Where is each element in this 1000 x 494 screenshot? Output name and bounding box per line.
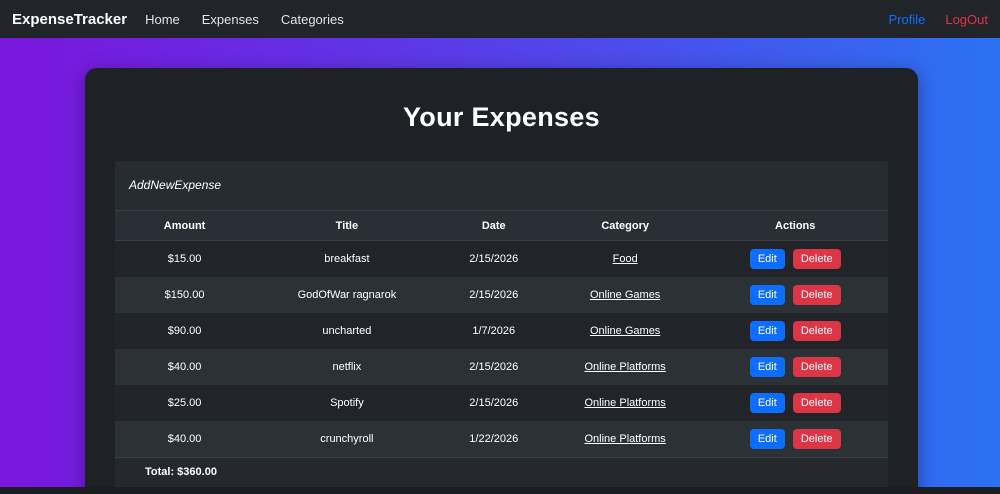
expenses-panel: AddNewExpense Amount Title Date Category… — [115, 161, 888, 487]
cell-title: crunchyroll — [254, 420, 440, 457]
cell-date: 2/15/2026 — [439, 384, 548, 421]
nav-link-home[interactable]: Home — [145, 12, 180, 27]
cell-title: GodOfWar ragnarok — [254, 276, 440, 313]
header-date: Date — [439, 210, 548, 241]
header-amount: Amount — [115, 210, 255, 241]
cell-amount: $15.00 — [115, 240, 255, 277]
cell-title: netflix — [254, 348, 440, 385]
cell-actions: Edit Delete — [702, 348, 888, 385]
delete-button[interactable]: Delete — [792, 356, 841, 377]
category-link[interactable]: Online Platforms — [585, 361, 666, 373]
add-expense-row: AddNewExpense — [115, 161, 888, 210]
page-title: Your Expenses — [403, 102, 600, 132]
edit-button[interactable]: Edit — [749, 320, 785, 341]
delete-button[interactable]: Delete — [792, 284, 841, 305]
expenses-card: Your Expenses AddNewExpense Amount Title… — [85, 68, 918, 487]
delete-button[interactable]: Delete — [792, 428, 841, 449]
cell-category: Online Platforms — [547, 384, 703, 421]
cell-amount: $40.00 — [115, 348, 255, 385]
cell-amount: $25.00 — [115, 384, 255, 421]
cell-date: 1/22/2026 — [439, 420, 548, 457]
edit-button[interactable]: Edit — [749, 356, 785, 377]
cell-title: uncharted — [254, 312, 440, 349]
edit-button[interactable]: Edit — [749, 428, 785, 449]
nav-link-logout[interactable]: LogOut — [945, 12, 988, 27]
cell-amount: $90.00 — [115, 312, 255, 349]
table-row: $90.00 uncharted 1/7/2026 Online Games E… — [115, 312, 888, 349]
category-link[interactable]: Food — [613, 253, 638, 265]
category-link[interactable]: Online Games — [590, 289, 660, 301]
nav-link-profile[interactable]: Profile — [888, 12, 925, 27]
brand-logo[interactable]: ExpenseTracker — [12, 11, 127, 28]
cell-date: 1/7/2026 — [439, 312, 548, 349]
cell-amount: $150.00 — [115, 276, 255, 313]
navbar-right: Profile LogOut — [888, 12, 988, 27]
cell-amount: $40.00 — [115, 420, 255, 457]
table-row: $150.00 GodOfWar ragnarok 2/15/2026 Onli… — [115, 276, 888, 313]
header-category: Category — [547, 210, 703, 241]
nav-link-expenses[interactable]: Expenses — [202, 12, 259, 27]
expense-table-body: $15.00 breakfast 2/15/2026 Food Edit Del… — [115, 240, 888, 457]
cell-category: Online Games — [547, 276, 703, 313]
edit-button[interactable]: Edit — [749, 392, 785, 413]
footer-strip — [0, 487, 1000, 494]
cell-actions: Edit Delete — [702, 420, 888, 457]
header-title: Title — [254, 210, 440, 241]
cell-actions: Edit Delete — [702, 240, 888, 277]
table-row: $40.00 crunchyroll 1/22/2026 Online Plat… — [115, 420, 888, 457]
edit-button[interactable]: Edit — [749, 248, 785, 269]
cell-date: 2/15/2026 — [439, 276, 548, 313]
total-row: Total: $360.00 — [115, 456, 888, 487]
cell-title: breakfast — [254, 240, 440, 277]
table-row: $40.00 netflix 2/15/2026 Online Platform… — [115, 348, 888, 385]
cell-date: 2/15/2026 — [439, 240, 548, 277]
cell-category: Online Games — [547, 312, 703, 349]
nav-link-categories[interactable]: Categories — [281, 12, 344, 27]
cell-category: Online Platforms — [547, 348, 703, 385]
header-actions: Actions — [702, 210, 888, 241]
delete-button[interactable]: Delete — [792, 392, 841, 413]
edit-button[interactable]: Edit — [749, 284, 785, 305]
cell-actions: Edit Delete — [702, 312, 888, 349]
cell-category: Food — [547, 240, 703, 277]
cell-date: 2/15/2026 — [439, 348, 548, 385]
category-link[interactable]: Online Games — [590, 325, 660, 337]
cell-actions: Edit Delete — [702, 276, 888, 313]
table-header-row: Amount Title Date Category Actions — [115, 210, 888, 241]
page-background: Your Expenses AddNewExpense Amount Title… — [0, 38, 1000, 487]
cell-title: Spotify — [254, 384, 440, 421]
add-new-expense-link[interactable]: AddNewExpense — [129, 178, 221, 192]
table-row: $15.00 breakfast 2/15/2026 Food Edit Del… — [115, 240, 888, 277]
category-link[interactable]: Online Platforms — [585, 397, 666, 409]
delete-button[interactable]: Delete — [792, 248, 841, 269]
expenses-table: Amount Title Date Category Actions $15.0… — [115, 210, 888, 457]
delete-button[interactable]: Delete — [792, 320, 841, 341]
top-navbar: ExpenseTracker Home Expenses Categories … — [0, 0, 1000, 38]
cell-category: Online Platforms — [547, 420, 703, 457]
table-row: $25.00 Spotify 2/15/2026 Online Platform… — [115, 384, 888, 421]
cell-actions: Edit Delete — [702, 384, 888, 421]
category-link[interactable]: Online Platforms — [585, 433, 666, 445]
